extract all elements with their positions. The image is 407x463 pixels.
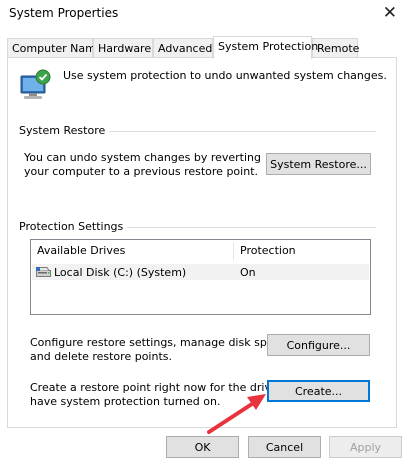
- apply-button: Apply: [329, 436, 402, 458]
- configure-text-line1: Configure restore settings, manage disk …: [30, 336, 290, 349]
- drives-list[interactable]: Available Drives Protection Local Disk (…: [30, 239, 371, 315]
- drive-protection-status: On: [240, 266, 256, 279]
- system-protection-icon: [18, 68, 52, 102]
- drive-icon: [36, 267, 51, 281]
- system-restore-description-line1: You can undo system changes by reverting: [24, 151, 261, 164]
- create-button[interactable]: Create...: [267, 380, 370, 402]
- column-header-available-drives[interactable]: Available Drives: [31, 240, 231, 262]
- system-restore-description-line2: your computer to a previous restore poin…: [24, 165, 258, 178]
- column-header-protection[interactable]: Protection: [234, 240, 364, 262]
- panel-content: Use system protection to undo unwanted s…: [0, 0, 407, 463]
- system-restore-group-label: System Restore: [19, 124, 110, 137]
- ok-button[interactable]: OK: [166, 436, 239, 458]
- create-text-line2: have system protection turned on.: [30, 395, 221, 408]
- system-restore-button[interactable]: System Restore...: [266, 153, 371, 175]
- drive-name: Local Disk (C:) (System): [54, 266, 187, 279]
- configure-text-line2: and delete restore points.: [30, 350, 172, 363]
- intro-text: Use system protection to undo unwanted s…: [63, 69, 387, 82]
- configure-button[interactable]: Configure...: [267, 334, 370, 356]
- protection-settings-group-label: Protection Settings: [19, 220, 128, 233]
- cancel-button[interactable]: Cancel: [248, 436, 321, 458]
- table-row[interactable]: Local Disk (C:) (System) On: [32, 264, 369, 280]
